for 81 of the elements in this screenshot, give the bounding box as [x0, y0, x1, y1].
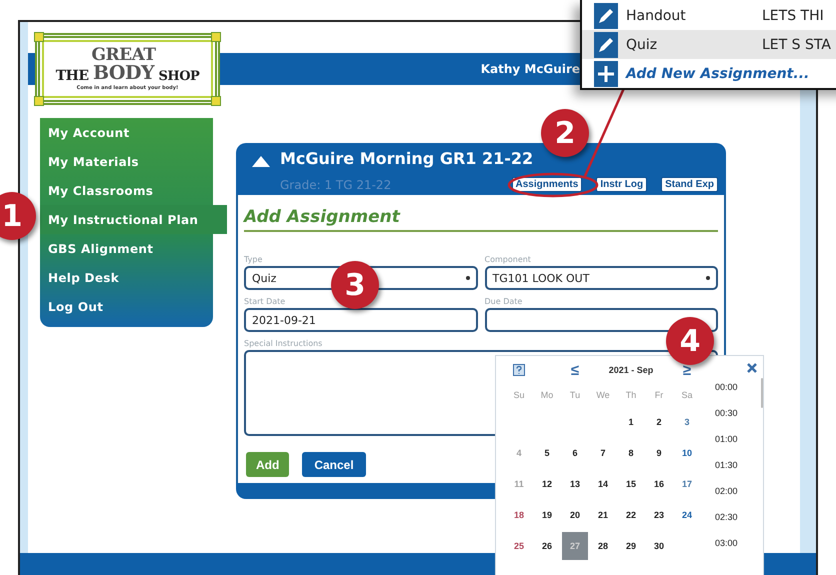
calendar-day[interactable]: 6 — [562, 438, 588, 466]
calendar-day[interactable]: 22 — [618, 500, 644, 528]
help-icon[interactable] — [513, 364, 525, 376]
weekday-label: Sa — [681, 390, 692, 400]
form-heading: Add Assignment — [244, 195, 718, 232]
field-label: Type — [244, 254, 262, 266]
menu-item[interactable]: Quiz LET S STA — [582, 30, 836, 59]
time-option[interactable]: 03:00 — [715, 530, 738, 556]
logo-word: THE — [56, 69, 89, 83]
panel-subtitle: Grade: 1 TG 21-22 — [280, 178, 392, 192]
close-icon[interactable] — [747, 363, 757, 373]
field-label: Component — [484, 254, 531, 266]
calendar-day[interactable]: 2 — [646, 408, 672, 436]
cancel-button[interactable]: Cancel — [302, 452, 366, 477]
calendar-day[interactable]: 30 — [646, 532, 672, 560]
weekday-label: We — [596, 390, 610, 400]
calendar-day[interactable]: 1 — [618, 408, 644, 436]
calendar-day[interactable]: 8 — [618, 438, 644, 466]
calendar-day[interactable]: 17 — [674, 470, 700, 498]
tab[interactable]: Stand Exp — [661, 177, 718, 192]
field-label: Special Instructions — [244, 338, 322, 350]
weekday-label: Tu — [570, 390, 580, 400]
calendar-day[interactable]: 20 — [562, 500, 588, 528]
user-name: Kathy McGuire — [480, 62, 580, 76]
dropdown[interactable]: TG101 LOOK OUT — [484, 266, 718, 290]
calendar-day[interactable]: 16 — [646, 470, 672, 498]
weekday-label: Th — [626, 390, 636, 400]
time-option[interactable]: 01:30 — [715, 452, 738, 478]
calendar-day[interactable]: 21 — [590, 500, 616, 528]
previous-month-button[interactable]: ≤ — [570, 362, 580, 378]
calendar-day[interactable]: 12 — [534, 470, 560, 498]
logo-word: GREAT — [92, 47, 156, 64]
calendar-day[interactable]: 3 — [674, 408, 700, 436]
plus-icon — [597, 64, 615, 82]
caret-icon — [706, 276, 710, 280]
calendar-day[interactable]: 13 — [562, 470, 588, 498]
month-label: 2021 - Sep — [608, 365, 654, 375]
scrollbar[interactable] — [761, 378, 763, 408]
caret-icon — [466, 276, 470, 280]
input-field[interactable]: 2021-09-21 — [244, 308, 478, 332]
time-option[interactable]: 02:30 — [715, 504, 738, 530]
calendar-day[interactable]: 10 — [674, 438, 700, 466]
weekday-label: Fr — [654, 390, 664, 400]
time-option[interactable]: 00:30 — [715, 400, 738, 426]
calendar-day[interactable]: 24 — [674, 500, 700, 528]
weekday-label: Mo — [540, 390, 554, 400]
logo-word: BODY — [93, 64, 154, 83]
calendar-day[interactable]: 14 — [590, 470, 616, 498]
calendar-day[interactable]: 18 — [506, 500, 532, 528]
panel-title: McGuire Morning GR1 21-22 — [280, 149, 534, 170]
tab[interactable]: Assignments — [512, 177, 582, 192]
time-option[interactable]: 01:00 — [715, 426, 738, 452]
calendar-day[interactable]: 26 — [534, 532, 560, 560]
sidebar-item[interactable]: My Instructional Plan — [40, 205, 227, 234]
calendar-day[interactable]: 9 — [646, 438, 672, 466]
sidebar-item[interactable]: GBS Alignment — [40, 234, 213, 263]
calendar-day[interactable]: 19 — [534, 500, 560, 528]
calendar-day[interactable]: 29 — [618, 532, 644, 560]
logo-word: SHOP — [158, 70, 200, 83]
calendar-day[interactable]: 23 — [646, 500, 672, 528]
time-option[interactable]: 00:00 — [715, 374, 738, 400]
time-option[interactable]: 02:00 — [715, 478, 738, 504]
tab[interactable]: Instr Log — [596, 177, 648, 192]
field-label: Start Date — [244, 296, 286, 308]
menu-item[interactable]: Add New Assignment... — [582, 59, 836, 88]
sidebar-item[interactable]: Help Desk — [40, 263, 213, 292]
calendar-day[interactable]: 7 — [590, 438, 616, 466]
menu-item[interactable]: Handout LETS THI — [582, 1, 836, 30]
sidebar-item[interactable]: My Classrooms — [40, 176, 213, 205]
calendar-day[interactable]: 28 — [590, 532, 616, 560]
sidebar-item[interactable]: My Account — [40, 118, 213, 147]
sidebar-item[interactable]: Log Out — [40, 292, 213, 321]
calendar-day[interactable]: 15 — [618, 470, 644, 498]
sidebar-item[interactable]: My Materials — [40, 147, 213, 176]
field-label: Due Date — [484, 296, 522, 308]
weekday-label: Su — [513, 390, 524, 400]
pencil-icon — [597, 6, 615, 24]
pencil-icon — [597, 36, 615, 54]
calendar-day[interactable]: 5 — [534, 438, 560, 466]
calendar-day[interactable]: 25 — [506, 532, 532, 560]
collapse-icon[interactable] — [252, 156, 270, 167]
